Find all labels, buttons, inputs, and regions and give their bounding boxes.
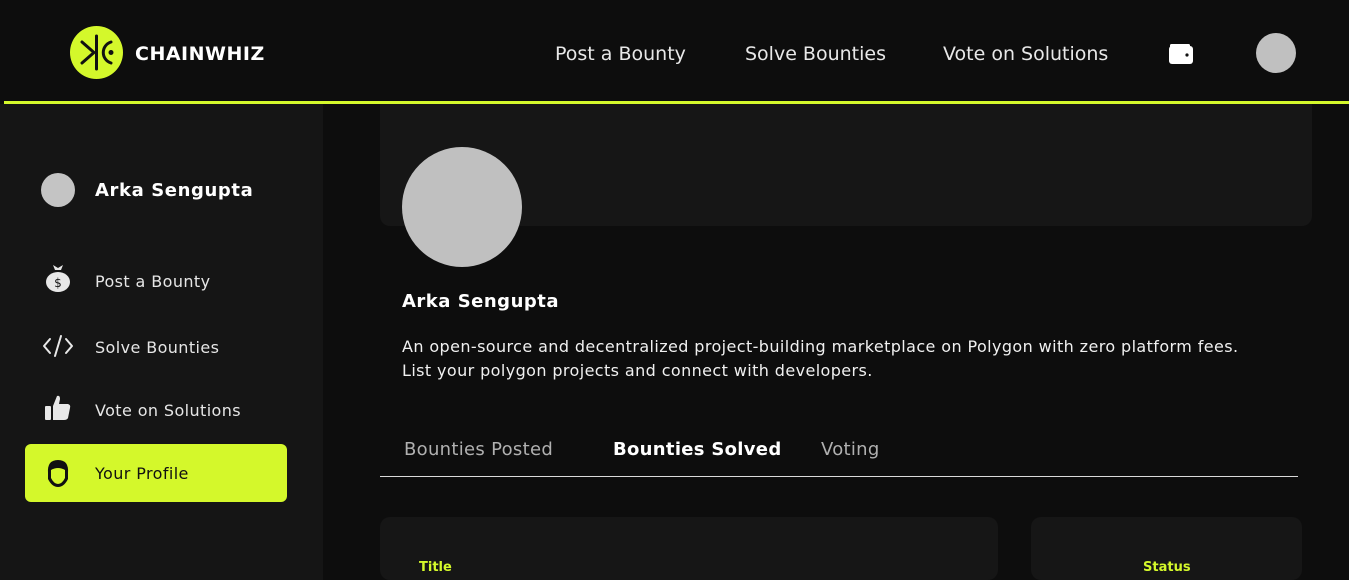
tabs-divider xyxy=(380,476,1298,477)
chainwhiz-logo-icon[interactable] xyxy=(70,26,123,79)
column-header-title: Title xyxy=(419,560,452,575)
tab-bounties-solved[interactable]: Bounties Solved xyxy=(613,439,782,460)
tab-bounties-posted[interactable]: Bounties Posted xyxy=(404,439,553,460)
profile-bio: An open-source and decentralized project… xyxy=(402,335,1302,383)
nav-vote-solutions[interactable]: Vote on Solutions xyxy=(943,43,1108,65)
code-icon xyxy=(42,331,74,363)
nav-solve-bounties[interactable]: Solve Bounties xyxy=(745,43,886,65)
user-face-icon xyxy=(42,457,74,489)
top-navbar: CHAINWHIZ Post a Bounty Solve Bounties V… xyxy=(0,0,1349,101)
nav-post-bounty[interactable]: Post a Bounty xyxy=(555,43,686,65)
bounties-table-card xyxy=(380,517,998,580)
profile-avatar xyxy=(402,147,522,267)
bio-line: An open-source and decentralized project… xyxy=(402,337,1239,356)
sidebar-avatar xyxy=(41,173,75,207)
sidebar-item-post-bounty[interactable]: Post a Bounty xyxy=(95,272,210,291)
profile-name: Arka Sengupta xyxy=(402,291,560,312)
wallet-icon[interactable] xyxy=(1169,41,1193,65)
sidebar-item-solve-bounties[interactable]: Solve Bounties xyxy=(95,338,219,357)
tab-voting[interactable]: Voting xyxy=(821,439,880,460)
thumbs-up-icon xyxy=(42,392,74,424)
sidebar-item-label[interactable]: Your Profile xyxy=(95,464,189,483)
money-bag-icon: $ xyxy=(42,262,74,294)
user-avatar[interactable] xyxy=(1256,33,1296,73)
svg-text:$: $ xyxy=(54,276,62,290)
column-header-status: Status xyxy=(1143,560,1191,575)
sidebar-item-vote-solutions[interactable]: Vote on Solutions xyxy=(95,401,241,420)
bio-line: List your polygon projects and connect w… xyxy=(402,361,873,380)
sidebar-user-name: Arka Sengupta xyxy=(95,180,254,201)
brand-name[interactable]: CHAINWHIZ xyxy=(135,43,265,65)
